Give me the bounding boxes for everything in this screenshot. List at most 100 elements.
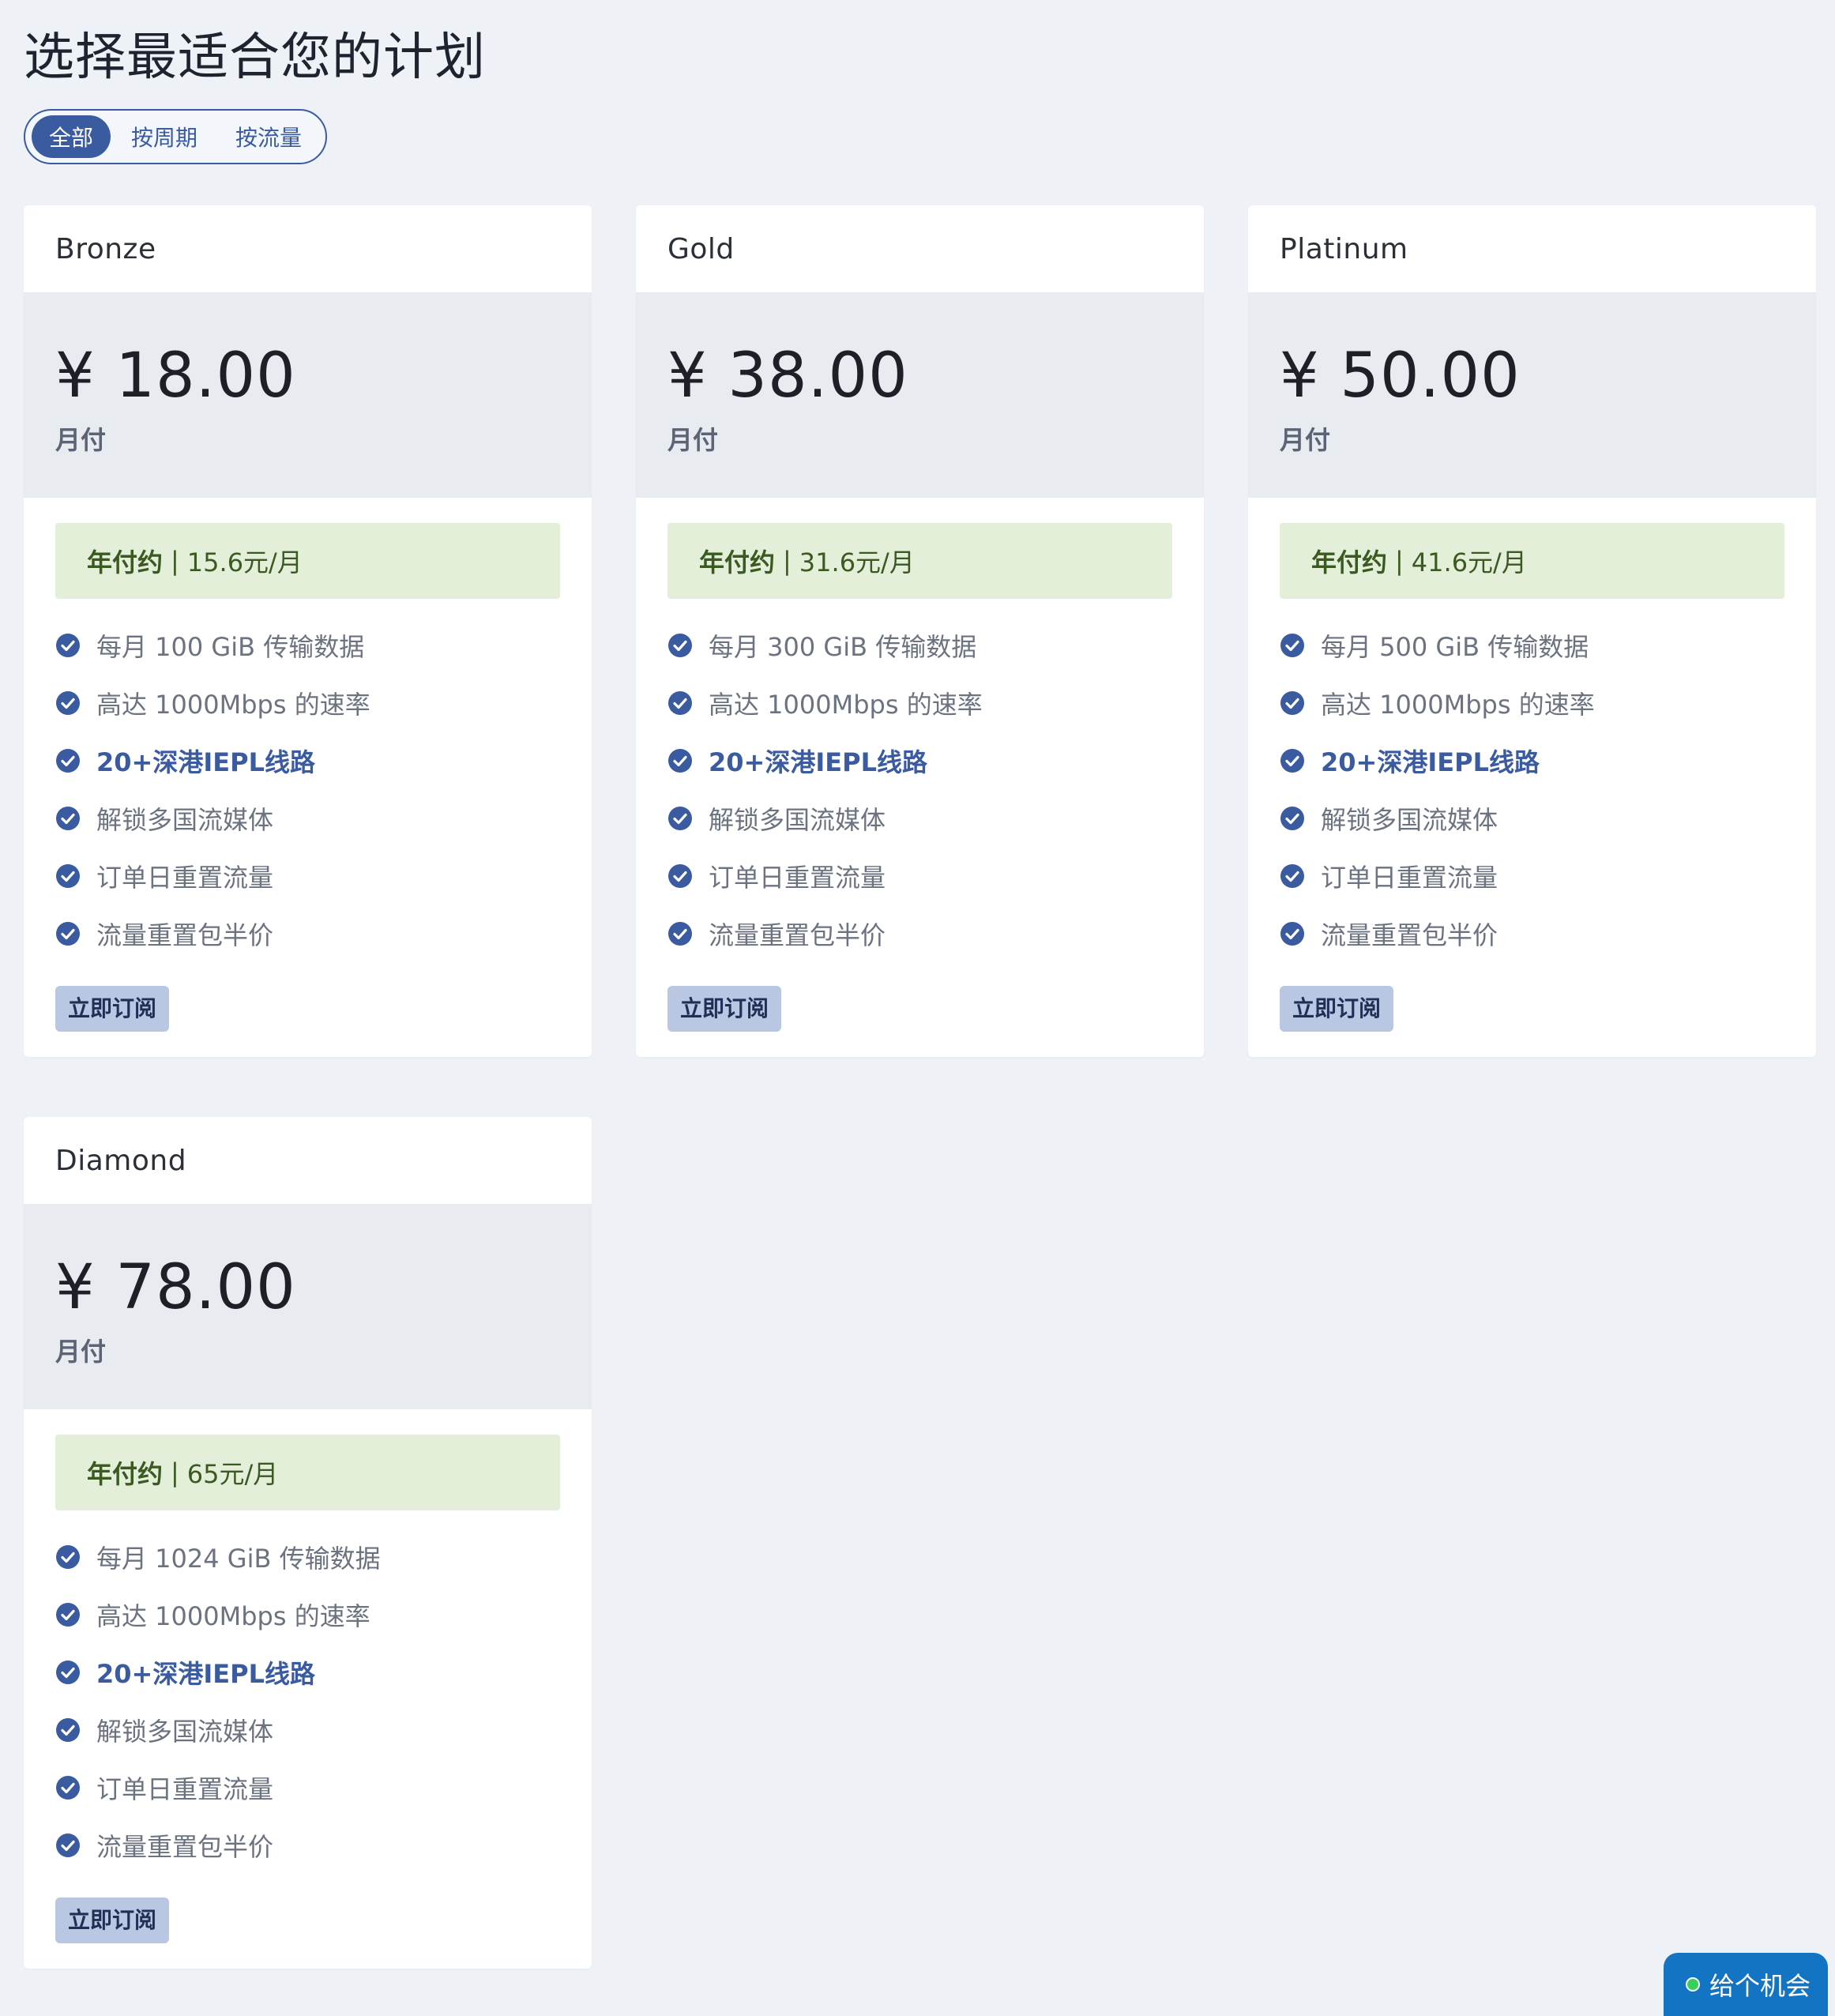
feature-text: 20+深港IEPL线路	[709, 747, 927, 777]
annual-price: 65元/月	[186, 1459, 279, 1489]
feature-text: 每月 300 GiB 传输数据	[709, 631, 977, 662]
price-section: ¥ 78.00 月付	[24, 1204, 592, 1409]
check-circle-icon	[56, 1833, 80, 1857]
annual-price: 41.6元/月	[1411, 547, 1527, 577]
annual-separator: |	[171, 546, 179, 576]
feature-item: 每月 1024 GiB 传输数据	[55, 1528, 560, 1585]
annual-label: 年付约	[699, 547, 776, 577]
check-circle-icon	[1280, 690, 1304, 715]
feature-text: 解锁多国流媒体	[709, 804, 886, 835]
check-circle-icon	[1280, 863, 1304, 888]
online-dot-icon	[1686, 1977, 1700, 1992]
feature-text: 订单日重置流量	[96, 1773, 274, 1804]
feature-text: 每月 500 GiB 传输数据	[1321, 631, 1589, 662]
price-amount: ¥ 18.00	[55, 340, 296, 412]
chat-widget-button[interactable]: 给个机会	[1664, 1953, 1828, 2016]
feature-item: 高达 1000Mbps 的速率	[55, 674, 560, 732]
feature-item: 高达 1000Mbps 的速率	[667, 674, 1172, 732]
feature-item: 订单日重置流量	[1280, 847, 1784, 905]
billing-period: 月付	[55, 1337, 107, 1367]
feature-text: 订单日重置流量	[1321, 862, 1498, 893]
billing-period: 月付	[1280, 425, 1331, 455]
feature-item: 20+深港IEPL线路	[667, 732, 1172, 789]
feature-item: 解锁多国流媒体	[1280, 789, 1784, 847]
feature-text: 解锁多国流媒体	[96, 1716, 274, 1747]
price-section: ¥ 50.00 月付	[1248, 292, 1816, 498]
check-circle-icon	[1280, 921, 1304, 946]
plan-card-diamond: Diamond ¥ 78.00 月付 年付约 | 65元/月 每月 1024 GiB 传输数…	[24, 1117, 592, 1969]
check-circle-icon	[668, 633, 692, 657]
page-title: 选择最适合您的计划	[24, 28, 486, 87]
feature-text: 流量重置包半价	[709, 920, 886, 950]
tab-by-period[interactable]: 按周期	[114, 115, 215, 158]
price-amount: ¥ 50.00	[1280, 340, 1521, 412]
check-circle-icon	[56, 921, 80, 946]
feature-text: 流量重置包半价	[96, 1831, 274, 1862]
feature-item: 解锁多国流媒体	[55, 1701, 560, 1758]
check-circle-icon	[56, 1602, 80, 1627]
check-circle-icon	[56, 1544, 80, 1569]
feature-item: 高达 1000Mbps 的速率	[55, 1585, 560, 1643]
feature-item: 解锁多国流媒体	[55, 789, 560, 847]
plan-card-platinum: Platinum ¥ 50.00 月付年付约 | 41.6元/月每月 500 GiB 传…	[1248, 205, 1816, 1057]
annual-price-box: 年付约 | 15.6元/月	[55, 523, 560, 599]
subscribe-button[interactable]: 立即订阅	[667, 986, 782, 1032]
annual-price-box: 年付约 | 41.6元/月	[1280, 523, 1784, 599]
feature-text: 高达 1000Mbps 的速率	[709, 689, 983, 720]
feature-item: 订单日重置流量	[667, 847, 1172, 905]
check-circle-icon	[1280, 748, 1304, 773]
feature-text: 20+深港IEPL线路	[1321, 747, 1540, 777]
price-amount: ¥ 38.00	[667, 340, 908, 412]
feature-text: 20+深港IEPL线路	[96, 1658, 315, 1689]
feature-text: 高达 1000Mbps 的速率	[96, 1600, 370, 1631]
feature-item: 订单日重置流量	[55, 847, 560, 905]
annual-separator: |	[1395, 546, 1404, 576]
feature-text: 流量重置包半价	[96, 920, 274, 950]
plan-body: 年付约 | 15.6元/月每月 100 GiB 传输数据 高达 1000Mbps 的速…	[24, 498, 592, 1057]
feature-text: 高达 1000Mbps 的速率	[1321, 689, 1595, 720]
feature-item: 流量重置包半价	[55, 905, 560, 962]
check-circle-icon	[1280, 633, 1304, 657]
plan-card-bronze: Bronze ¥ 18.00 月付年付约 | 15.6元/月每月 100 GiB 传输数…	[24, 205, 592, 1057]
feature-text: 流量重置包半价	[1321, 920, 1498, 950]
feature-item: 20+深港IEPL线路	[55, 732, 560, 789]
plan-name: Platinum	[1280, 232, 1408, 265]
tab-all[interactable]: 全部	[32, 115, 111, 158]
feature-item: 流量重置包半价	[1280, 905, 1784, 962]
check-circle-icon	[56, 1717, 80, 1742]
subscribe-button[interactable]: 立即订阅	[1280, 986, 1394, 1032]
check-circle-icon	[668, 690, 692, 715]
plan-name: Bronze	[55, 232, 156, 265]
annual-label: 年付约	[87, 1459, 164, 1489]
feature-text: 高达 1000Mbps 的速率	[96, 689, 370, 720]
feature-list: 每月 300 GiB 传输数据 高达 1000Mbps 的速率 20+深港IEPL线…	[667, 616, 1172, 962]
feature-text: 订单日重置流量	[96, 862, 274, 893]
check-circle-icon	[1280, 806, 1304, 830]
feature-text: 每月 100 GiB 传输数据	[96, 631, 365, 662]
annual-label: 年付约	[1311, 547, 1388, 577]
feature-text: 20+深港IEPL线路	[96, 747, 315, 777]
feature-item: 每月 300 GiB 传输数据	[667, 616, 1172, 674]
plan-name: Gold	[667, 232, 735, 265]
billing-period: 月付	[55, 425, 107, 455]
subscribe-button[interactable]: 立即订阅	[55, 1898, 170, 1943]
plan-body: 年付约 | 31.6元/月 每月 300 GiB 传输数据 高达 1000Mbps 的速…	[636, 498, 1204, 1057]
feature-item: 高达 1000Mbps 的速率	[1280, 674, 1784, 732]
feature-item: 每月 100 GiB 传输数据	[55, 616, 560, 674]
subscribe-button[interactable]: 立即订阅	[55, 986, 170, 1032]
feature-list: 每月 500 GiB 传输数据 高达 1000Mbps 的速率 20+深港IEPL线…	[1280, 616, 1784, 962]
check-circle-icon	[56, 863, 80, 888]
feature-item: 20+深港IEPL线路	[1280, 732, 1784, 789]
feature-item: 流量重置包半价	[55, 1816, 560, 1874]
billing-period: 月付	[667, 425, 719, 455]
plan-body: 年付约 | 41.6元/月每月 500 GiB 传输数据 高达 1000Mbps 的速…	[1248, 498, 1816, 1057]
plan-name: Diamond	[55, 1144, 187, 1177]
chat-widget-label: 给个机会	[1709, 1971, 1811, 2001]
feature-list: 每月 1024 GiB 传输数据高达 1000Mbps 的速率 20+深港IEPL…	[55, 1528, 560, 1874]
price-section: ¥ 18.00 月付	[24, 292, 592, 498]
annual-price: 31.6元/月	[799, 547, 915, 577]
feature-item: 流量重置包半价	[667, 905, 1172, 962]
price-amount: ¥ 78.00	[55, 1252, 296, 1323]
feature-text: 解锁多国流媒体	[96, 804, 274, 835]
tab-by-traffic[interactable]: 按流量	[218, 115, 319, 158]
